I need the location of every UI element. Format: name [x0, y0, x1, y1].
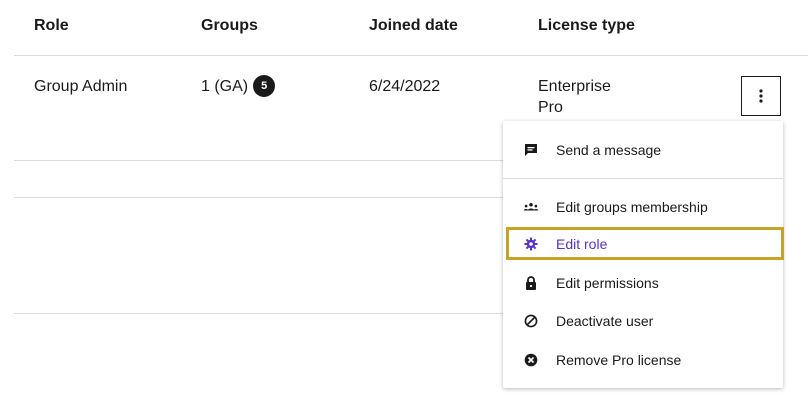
cell-role: Group Admin — [34, 78, 128, 95]
row-divider-3 — [14, 313, 504, 314]
message-icon — [523, 142, 539, 158]
row-divider-1 — [14, 160, 504, 161]
cell-license-type: Enterprise Pro — [538, 76, 611, 118]
users-table-page: Role Groups Joined date License type Gro… — [0, 0, 808, 401]
menu-item-label: Edit groups membership — [556, 199, 708, 215]
header-groups[interactable]: Groups — [201, 17, 258, 35]
row-actions-button[interactable] — [741, 76, 781, 116]
menu-item-label: Deactivate user — [556, 313, 654, 329]
menu-item-deactivate-user[interactable]: Deactivate user — [503, 303, 783, 339]
menu-item-send-message[interactable]: Send a message — [503, 132, 783, 168]
header-role[interactable]: Role — [34, 17, 69, 35]
more-vertical-icon — [759, 89, 763, 103]
header-divider — [14, 55, 808, 56]
menu-item-label: Remove Pro license — [556, 352, 682, 368]
focus-highlight — [506, 227, 784, 260]
menu-item-edit-groups-membership[interactable]: Edit groups membership — [503, 189, 783, 225]
row-divider-2 — [14, 197, 504, 198]
menu-item-edit-permissions[interactable]: Edit permissions — [503, 265, 783, 301]
cell-groups: 1 (GA) 5 — [201, 75, 276, 98]
cell-joined-date: 6/24/2022 — [369, 78, 441, 95]
menu-item-remove-pro-license[interactable]: Remove Pro license — [503, 342, 783, 378]
header-license-type[interactable]: License type — [538, 17, 635, 35]
remove-icon — [523, 352, 539, 368]
menu-divider — [503, 178, 783, 179]
license-line-2: Pro — [538, 99, 563, 116]
groups-icon — [523, 199, 539, 215]
header-joined-date[interactable]: Joined date — [369, 17, 458, 35]
groups-count-badge[interactable]: 5 — [253, 75, 276, 97]
deactivate-icon — [523, 313, 539, 329]
menu-item-label: Edit permissions — [556, 275, 659, 291]
license-line-1: Enterprise — [538, 78, 611, 95]
lock-icon — [523, 275, 539, 291]
menu-item-label: Send a message — [556, 142, 662, 158]
groups-text: 1 (GA) — [201, 78, 249, 96]
